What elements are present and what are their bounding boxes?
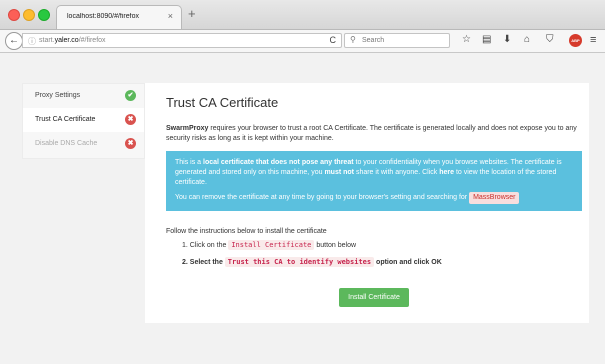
check-icon: ✔: [125, 90, 136, 101]
massbrowser-badge: MassBrowser: [469, 192, 520, 204]
sidebar-item-label: Proxy Settings: [35, 92, 81, 99]
error-icon: ✖: [125, 114, 136, 125]
alert-paragraph: You can remove the certificate at any ti…: [175, 192, 573, 204]
search-icon: ⚲: [350, 35, 356, 44]
browser-titlebar: localhost:8090/#/firefox × +: [0, 0, 605, 30]
main-card: Trust CA Certificate SwarmProxy requires…: [145, 83, 589, 323]
back-button[interactable]: ←: [5, 32, 23, 50]
info-alert: This is a local certificate that does no…: [166, 151, 582, 211]
sidebar-item-disable-dns-cache[interactable]: Disable DNS Cache ✖: [23, 132, 144, 156]
alert-paragraph: This is a local certificate that does no…: [175, 159, 562, 186]
brand-name: SwarmProxy: [166, 125, 209, 132]
install-certificate-button[interactable]: Install Certificate: [339, 288, 409, 307]
new-tab-button[interactable]: +: [188, 6, 196, 21]
step-1: 1. Click on the Install Certificate butt…: [182, 240, 357, 250]
home-icon[interactable]: ⌂: [524, 34, 530, 45]
sidebar-item-label: Disable DNS Cache: [35, 140, 98, 147]
close-window-button[interactable]: [8, 9, 20, 21]
page-title: Trust CA Certificate: [166, 95, 279, 110]
minimize-window-button[interactable]: [23, 9, 35, 21]
tab-title: localhost:8090/#/firefox: [67, 13, 139, 20]
pocket-icon[interactable]: ⛉: [546, 34, 554, 45]
bookmark-star-icon[interactable]: ☆: [462, 34, 471, 45]
setup-sidebar: Proxy Settings ✔ Trust CA Certificate ✖ …: [22, 83, 145, 159]
tab-close-icon[interactable]: ×: [168, 11, 173, 21]
url-text: start.yaler.co/#/firefox: [39, 37, 106, 44]
install-certificate-code: Install Certificate: [228, 240, 315, 250]
sidebar-item-proxy-settings[interactable]: Proxy Settings ✔: [23, 84, 144, 108]
intro-text: SwarmProxy requires your browser to trus…: [166, 125, 577, 142]
adblock-icon[interactable]: ABP: [569, 34, 582, 47]
browser-navbar: ← ⓘ start.yaler.co/#/firefox C ⚲ Search …: [0, 30, 605, 53]
trust-ca-code: Trust this CA to identify websites: [224, 257, 375, 267]
search-input[interactable]: ⚲ Search: [344, 33, 450, 48]
error-icon: ✖: [125, 138, 136, 149]
reload-icon[interactable]: C: [330, 35, 337, 45]
download-icon[interactable]: ⬇: [503, 34, 511, 45]
menu-icon[interactable]: ≡: [590, 34, 596, 46]
here-link[interactable]: here: [439, 169, 454, 176]
sidebar-item-trust-ca-certificate[interactable]: Trust CA Certificate ✖: [23, 108, 144, 132]
info-icon[interactable]: ⓘ: [28, 36, 36, 47]
search-placeholder: Search: [362, 37, 385, 44]
browser-tab[interactable]: localhost:8090/#/firefox ×: [56, 5, 182, 29]
instructions-text: Follow the instructions below to install…: [166, 228, 327, 235]
url-bar[interactable]: ⓘ start.yaler.co/#/firefox C: [22, 33, 342, 48]
maximize-window-button[interactable]: [38, 9, 50, 21]
step-2: 2. Select the Trust this CA to identify …: [182, 257, 442, 267]
sidebar-item-label: Trust CA Certificate: [35, 116, 96, 123]
reader-clipboard-icon[interactable]: ▤: [482, 34, 491, 45]
